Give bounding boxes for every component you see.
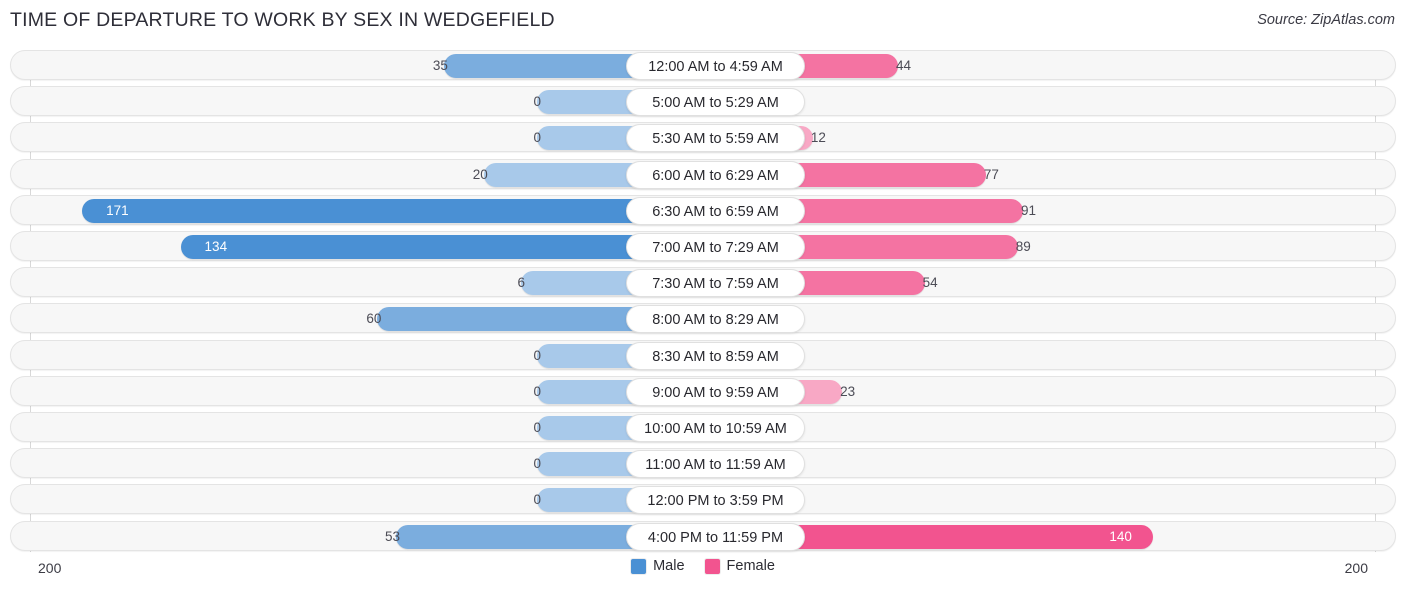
bar-value-male: 0: [533, 347, 541, 363]
bar-value-female: 91: [1021, 202, 1037, 218]
bar-value-male: 0: [533, 420, 541, 435]
legend-label: Male: [653, 558, 685, 574]
chart-row[interactable]: 0 12 5:30 AM to 5:59 AM: [10, 122, 1396, 153]
category-label: 12:00 PM to 3:59 PM: [626, 486, 805, 515]
bar-value-male: 53: [385, 528, 401, 544]
chart-plot-area: 35 44 12:00 AM to 4:59 AM 0 0 5:00 AM to 5:29…: [0, 44, 1406, 552]
category-label: 7:00 AM to 7:29 AM: [626, 233, 805, 261]
chart-row[interactable]: 6 54 7:30 AM to 7:59 AM: [10, 267, 1396, 298]
category-label: 5:00 AM to 5:29 AM: [626, 88, 805, 117]
bar-value-male: 0: [533, 94, 541, 110]
bar-value-female: 44: [896, 58, 912, 73]
bar-value-male: 6: [517, 275, 526, 291]
legend-swatch-icon: [704, 558, 720, 574]
chart-row[interactable]: 35 44 12:00 AM to 4:59 AM: [10, 50, 1396, 80]
legend-item-male[interactable]: Male: [631, 558, 685, 574]
bar-value-female: 54: [922, 275, 938, 291]
category-label: 11:00 AM to 11:59 AM: [626, 450, 805, 479]
chart-row[interactable]: 008:30 AM to 8:59 AM: [10, 339, 1396, 370]
chart-legend: Male Female: [0, 558, 1406, 574]
bar-value-male: 35: [432, 58, 448, 73]
category-label: 10:00 AM to 10:59 AM: [626, 414, 805, 442]
bar-value-female: 140: [1109, 528, 1132, 544]
chart-page: TIME OF DEPARTURE TO WORK BY SEX IN WEDG…: [0, 0, 1406, 594]
bar-value-male: 171: [106, 202, 129, 218]
bar-value-male: 134: [204, 239, 228, 254]
category-label: 6:00 AM to 6:29 AM: [626, 160, 805, 189]
bar-value-male: 0: [533, 130, 541, 146]
bar-male[interactable]: [82, 198, 693, 223]
bar-value-female: 77: [983, 166, 999, 182]
bar-value-female: 12: [810, 130, 826, 146]
chart-row[interactable]: 0 23 9:00 AM to 9:59 AM: [10, 375, 1396, 406]
chart-row[interactable]: 20 77 6:00 AM to 6:29 AM: [10, 158, 1396, 189]
bar-value-male: 0: [533, 383, 541, 399]
chart-row[interactable]: 0011:00 AM to 11:59 AM: [10, 448, 1396, 479]
chart-row[interactable]: 005:00 AM to 5:29 AM: [10, 86, 1396, 117]
category-label: 8:30 AM to 8:59 AM: [626, 341, 805, 370]
chart-header: TIME OF DEPARTURE TO WORK BY SEX IN WEDG…: [0, 0, 1406, 44]
bar-value-female: 89: [1015, 239, 1031, 254]
chart-row[interactable]: 134 89 7:00 AM to 7:29 AM: [10, 231, 1396, 261]
bar-male[interactable]: [180, 235, 693, 259]
chart-row[interactable]: 171 91 6:30 AM to 6:59 AM: [10, 194, 1396, 225]
bar-value-female: 23: [840, 383, 856, 399]
chart-row[interactable]: 0012:00 PM to 3:59 PM: [10, 484, 1396, 515]
legend-swatch-icon: [631, 558, 647, 574]
category-label: 12:00 AM to 4:59 AM: [626, 52, 805, 80]
category-label: 7:30 AM to 7:59 AM: [626, 269, 805, 298]
bar-value-male: 0: [533, 492, 541, 508]
page-title: TIME OF DEPARTURE TO WORK BY SEX IN WEDG…: [10, 9, 555, 31]
bar-value-male: 60: [366, 311, 382, 327]
bar-value-male: 0: [533, 456, 541, 472]
chart-row[interactable]: 6008:00 AM to 8:29 AM: [10, 303, 1396, 334]
chart-footer: 200 200 Male Female: [0, 552, 1406, 594]
category-label: 6:30 AM to 6:59 AM: [626, 196, 805, 225]
bar-value-male: 20: [472, 166, 488, 182]
legend-label: Female: [726, 558, 775, 574]
category-label: 4:00 PM to 11:59 PM: [626, 522, 805, 551]
chart-row[interactable]: 0010:00 AM to 10:59 AM: [10, 412, 1396, 442]
source-attribution: Source: ZipAtlas.com: [1257, 12, 1395, 28]
legend-item-female[interactable]: Female: [704, 558, 775, 574]
chart-row[interactable]: 53 140 4:00 PM to 11:59 PM: [10, 520, 1396, 551]
category-label: 9:00 AM to 9:59 AM: [626, 377, 805, 406]
category-label: 5:30 AM to 5:59 AM: [626, 124, 805, 153]
category-label: 8:00 AM to 8:29 AM: [626, 305, 805, 334]
